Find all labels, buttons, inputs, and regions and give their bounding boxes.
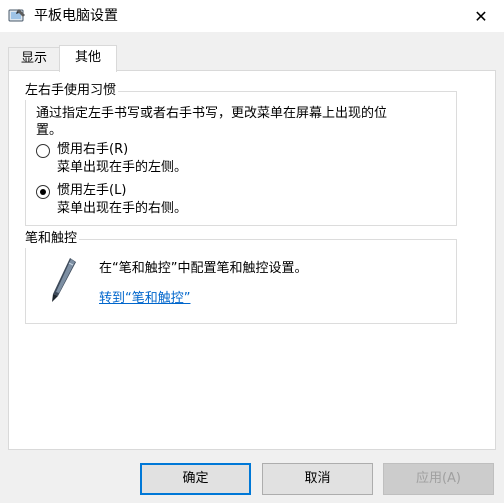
pen-touch-group-title: 笔和触控 <box>23 230 80 248</box>
handedness-group-title: 左右手使用习惯 <box>23 82 119 100</box>
cancel-button[interactable]: 取消 <box>262 463 373 495</box>
window-title: 平板电脑设置 <box>34 8 118 24</box>
ok-button[interactable]: 确定 <box>140 463 251 495</box>
right-handed-label[interactable]: 惯用右手(R) <box>57 141 128 159</box>
pen-touch-description: 在“笔和触控”中配置笔和触控设置。 <box>99 261 308 276</box>
left-handed-label[interactable]: 惯用左手(L) <box>57 182 126 200</box>
pen-touch-group: 笔和触控 在“笔和触控”中配置笔和触控设置。 转到“笔和触控” <box>23 230 457 324</box>
title-bar: 平板电脑设置 ✕ <box>0 0 504 32</box>
tab-display[interactable]: 显示 <box>8 47 60 70</box>
handedness-group: 左右手使用习惯 通过指定左手书写或者右手书写，更改菜单在屏幕上出现的位 置。 惯… <box>23 82 457 226</box>
left-handed-radio[interactable] <box>36 185 50 199</box>
tab-other[interactable]: 其他 <box>59 45 117 72</box>
right-handed-sublabel: 菜单出现在手的左侧。 <box>57 160 188 175</box>
apply-button[interactable]: 应用(A) <box>383 463 494 495</box>
go-to-pen-touch-link[interactable]: 转到“笔和触控” <box>99 290 190 308</box>
handedness-description: 通过指定左手书写或者右手书写，更改菜单在屏幕上出现的位 <box>36 106 388 121</box>
pen-icon <box>46 256 80 304</box>
left-handed-sublabel: 菜单出现在手的右侧。 <box>57 201 188 216</box>
right-handed-radio[interactable] <box>36 144 50 158</box>
close-button[interactable]: ✕ <box>458 0 504 32</box>
handedness-description-cont: 置。 <box>36 123 63 138</box>
tablet-pc-icon <box>8 7 26 25</box>
tab-page-other: 左右手使用习惯 通过指定左手书写或者右手书写，更改菜单在屏幕上出现的位 置。 惯… <box>8 70 496 450</box>
close-icon[interactable]: ✕ <box>474 7 487 26</box>
tablet-settings-dialog: 平板电脑设置 ✕ 显示 其他 左右手使用习惯 通过指定左手书写或者右手书写，更改… <box>0 0 504 503</box>
